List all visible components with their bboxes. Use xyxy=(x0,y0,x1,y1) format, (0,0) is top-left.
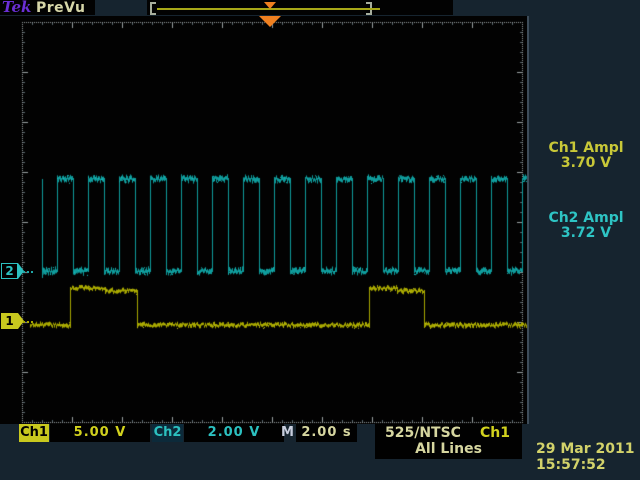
channel-2-marker: 2 xyxy=(1,263,24,279)
trigger-mode: All Lines xyxy=(375,441,522,458)
timebase-value: 2.00 s xyxy=(296,424,357,442)
measurement-ch1-ampl-label: Ch1 Ampl xyxy=(533,141,639,156)
date-text: 29 Mar 2011 xyxy=(536,441,634,457)
measurement-ch2-ampl-value: 3.72 V xyxy=(533,226,639,241)
ch1-scale-label: Ch1 xyxy=(19,424,49,442)
timebase-label: M xyxy=(280,424,295,442)
trigger-position-icon xyxy=(259,16,281,27)
measurement-ch1-ampl-value: 3.70 V xyxy=(533,156,639,171)
channel-1-marker-label: 1 xyxy=(1,313,18,329)
channel-2-marker-label: 2 xyxy=(1,263,18,279)
trigger-standard: 525/NTSC xyxy=(385,425,461,441)
trigger-readout-box: 525/NTSC Ch1 All Lines xyxy=(375,424,522,459)
datetime-readout: 29 Mar 2011 15:57:52 xyxy=(536,441,634,473)
measurement-ch2-ampl: Ch2 Ampl 3.72 V xyxy=(533,211,639,241)
ch2-scale-label: Ch2 xyxy=(152,424,183,442)
measurement-ch2-ampl-label: Ch2 Ampl xyxy=(533,211,639,226)
oscilloscope-screen: Tek PreVu 2 1 Ch1 Ampl 3.70 V Ch2 Ampl 3… xyxy=(0,0,640,480)
trigger-source: Ch1 xyxy=(480,425,510,441)
measurement-ch1-ampl: Ch1 Ampl 3.70 V xyxy=(533,141,639,171)
ch1-scale-value: 5.00 V xyxy=(50,424,150,442)
time-text: 15:57:52 xyxy=(536,457,634,473)
ch2-scale-value: 2.00 V xyxy=(184,424,284,442)
channel-1-marker: 1 xyxy=(1,313,24,329)
channel-2-marker-tail xyxy=(23,271,33,273)
channel-1-marker-tail xyxy=(23,321,33,323)
